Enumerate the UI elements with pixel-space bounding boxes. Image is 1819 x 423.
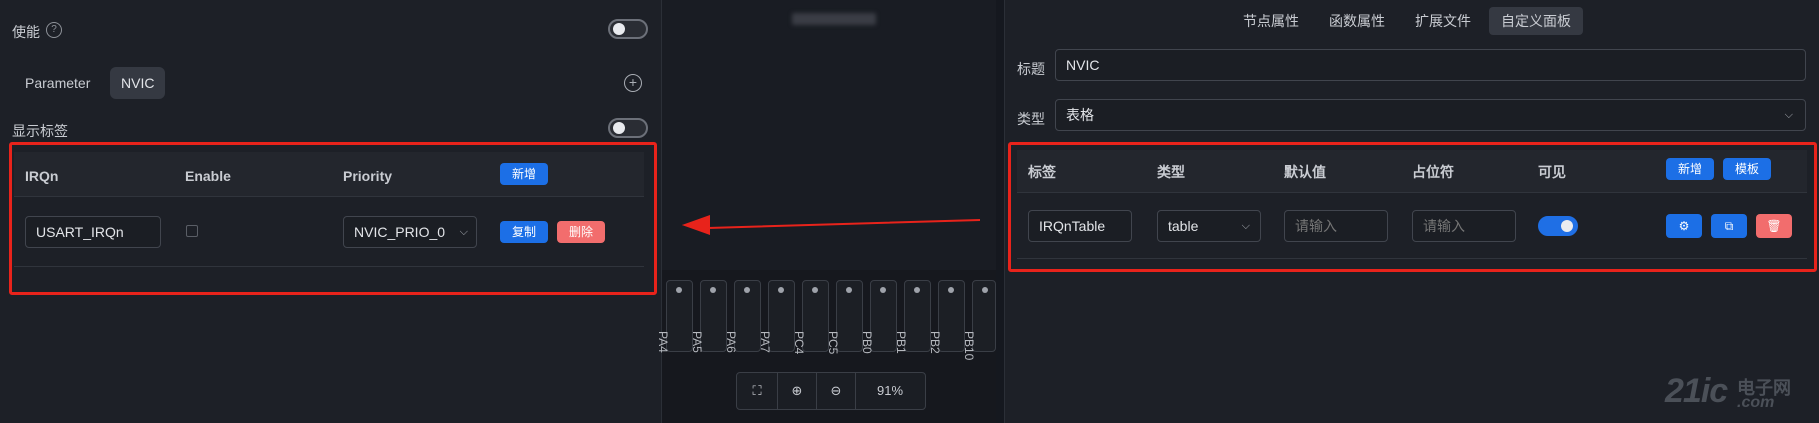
type-select[interactable]: 表格 ⌵ [1055, 99, 1806, 131]
tab-bar: 节点属性 函数属性 扩展文件 自定义面板 [1231, 7, 1583, 35]
pin[interactable]: PC5 [826, 280, 863, 354]
watermark-url: .com [1737, 394, 1775, 411]
watermark-brand: 21ic [1665, 372, 1728, 410]
highlight-box-right [1008, 142, 1817, 272]
pin-label: PC5 [826, 331, 840, 355]
pin[interactable]: PA5 [690, 280, 727, 353]
pin-label: PA4 [656, 331, 670, 353]
pin-label: PB0 [860, 331, 874, 354]
chevron-down-icon: ⌵ [1784, 109, 1793, 121]
site-watermark: 21ic 电子网 .com [1665, 372, 1815, 416]
help-icon[interactable]: ? [46, 22, 62, 38]
annotation-arrow [682, 215, 980, 235]
pin[interactable]: PC4 [792, 280, 829, 354]
pin-strip: PA4 PA5 PA6 PA7 PC4 PC5 PB0 PB1 PB2 PB10 [656, 280, 996, 360]
zoom-toolbar: ⛶ ⊕ ⊖ 91% [736, 372, 926, 410]
pin[interactable]: PB1 [894, 280, 931, 354]
tab-custom-panel[interactable]: 自定义面板 [1489, 7, 1583, 35]
tab-function-properties[interactable]: 函数属性 [1317, 7, 1397, 35]
pin-label: PC4 [792, 331, 806, 355]
pin[interactable]: PA7 [758, 280, 795, 353]
show-label-text: 显示标签 [12, 123, 68, 139]
add-parameter-icon[interactable]: + [624, 74, 642, 92]
zoom-level: 91% [876, 383, 904, 398]
parameter-label: Parameter [25, 75, 91, 91]
enable-label: 使能 [12, 24, 40, 40]
tab-node-properties[interactable]: 节点属性 [1231, 7, 1311, 35]
title-input[interactable]: NVIC [1055, 49, 1806, 81]
title-label: 标题 [1017, 61, 1045, 77]
pin[interactable]: PB10 [962, 280, 996, 360]
fit-screen-icon[interactable]: ⛶ [737, 373, 778, 409]
pin[interactable]: PB0 [860, 280, 897, 354]
blurred-chip-name [792, 13, 876, 25]
pin-label: PB2 [928, 331, 942, 354]
parameter-value-chip[interactable]: NVIC [110, 67, 166, 99]
show-label-toggle[interactable] [608, 118, 648, 138]
tab-extension-files[interactable]: 扩展文件 [1403, 7, 1483, 35]
pin[interactable]: PA4 [656, 280, 693, 353]
pin-label: PA6 [724, 331, 738, 353]
enable-toggle[interactable] [608, 19, 648, 39]
pin-label: PB1 [894, 331, 908, 354]
pin-label: PA7 [758, 331, 772, 353]
pin[interactable]: PB2 [928, 280, 965, 354]
zoom-out-icon[interactable]: ⊖ [817, 373, 856, 409]
type-value: 表格 [1066, 107, 1094, 123]
pin-label: PA5 [690, 331, 704, 353]
highlight-box-left [9, 142, 657, 295]
type-label: 类型 [1017, 111, 1045, 127]
zoom-in-icon[interactable]: ⊕ [778, 373, 817, 409]
properties-panel: 节点属性 函数属性 扩展文件 自定义面板 标题 NVIC 类型 表格 ⌵ 标签 … [1004, 0, 1819, 423]
pin-label: PB10 [962, 331, 976, 361]
left-panel: 使能 ? Parameter NVIC + 显示标签 IRQn Enable P… [0, 0, 662, 423]
pin[interactable]: PA6 [724, 280, 761, 353]
